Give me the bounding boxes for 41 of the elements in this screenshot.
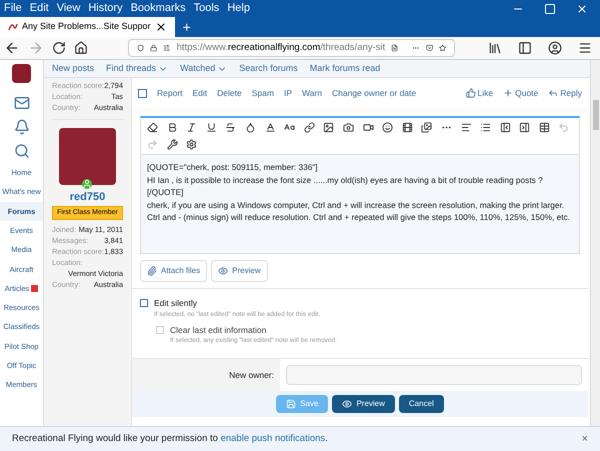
tab-title: Any Site Problems...Site Suppor — [22, 20, 151, 34]
preview-button[interactable]: Preview — [211, 260, 268, 282]
editor-text-line: [/QUOTE] — [147, 186, 184, 198]
reaction-link[interactable]: Quote — [503, 86, 538, 100]
notice-text: Recreational Flying would like your permission to enable push notifications. — [12, 432, 328, 446]
menu-item[interactable]: Bookmarks — [130, 0, 186, 17]
nav-link[interactable]: Watched — [180, 62, 228, 76]
nav-link[interactable]: New posts — [52, 62, 94, 76]
menu-item[interactable]: History — [88, 0, 123, 17]
nav-link[interactable]: Find threads — [106, 62, 168, 76]
menu-item[interactable]: File — [4, 0, 22, 17]
editor-text-line: cherk, if you are using a Windows computer, Ctrl and + will increase the screen resolution, making the print larger. Ctrl and - (minus sign) will reduce resolution. Ctrl and + repeated will give the steps 100%, 110%, 125%, 150%, etc. — [147, 198, 571, 224]
editor-text-line: [QUOTE="cherk, post: 509115, member: 336"] — [147, 161, 319, 174]
post-action-link[interactable]: Change owner or date — [332, 86, 416, 100]
attach-button[interactable]: Attach files — [140, 260, 208, 282]
nav-link[interactable]: Search forums — [239, 62, 298, 76]
post-action-link[interactable]: Delete — [217, 86, 242, 100]
option-label[interactable]: Edit silently — [154, 297, 320, 310]
address-bar[interactable]: https://www.recreationalflying.com/threads/any-sit — [128, 39, 455, 57]
post-action-link[interactable]: Spam — [252, 86, 274, 100]
post-action-link[interactable]: Report — [157, 86, 183, 100]
username[interactable]: red750 — [70, 189, 106, 206]
menu-item[interactable]: Help — [227, 0, 250, 17]
menu-item[interactable]: Edit — [30, 0, 49, 17]
field-label: New owner: — [229, 368, 274, 382]
browser-tab[interactable]: Any Site Problems...Site Suppor — [0, 17, 175, 37]
reaction-link[interactable]: Like — [466, 86, 494, 100]
post-action-link[interactable]: IP — [284, 86, 292, 100]
new-tab-button[interactable]: + — [174, 17, 199, 37]
nav-link[interactable]: Mark forums read — [310, 62, 380, 76]
preview-button[interactable]: Preview — [332, 395, 395, 413]
post-action-link[interactable]: Edit — [192, 86, 208, 100]
menu-item[interactable]: Tools — [194, 0, 220, 17]
reaction-link[interactable]: Reply — [548, 86, 582, 100]
menu-item[interactable]: View — [56, 0, 80, 17]
editor-text-line: HI Ian , is it possible to increase the font size ......my old(ish) eyes are having a bit of trouble reading posts ? — [147, 174, 544, 186]
notice-link[interactable]: enable push notifications — [220, 432, 326, 444]
url-text: https://www.recreationalflying.com/threads/any-sit — [176, 40, 386, 55]
post-action-link[interactable]: Warn — [302, 86, 322, 100]
close-button[interactable]: × — [582, 430, 588, 448]
cancel-button[interactable]: Cancel — [398, 395, 444, 413]
